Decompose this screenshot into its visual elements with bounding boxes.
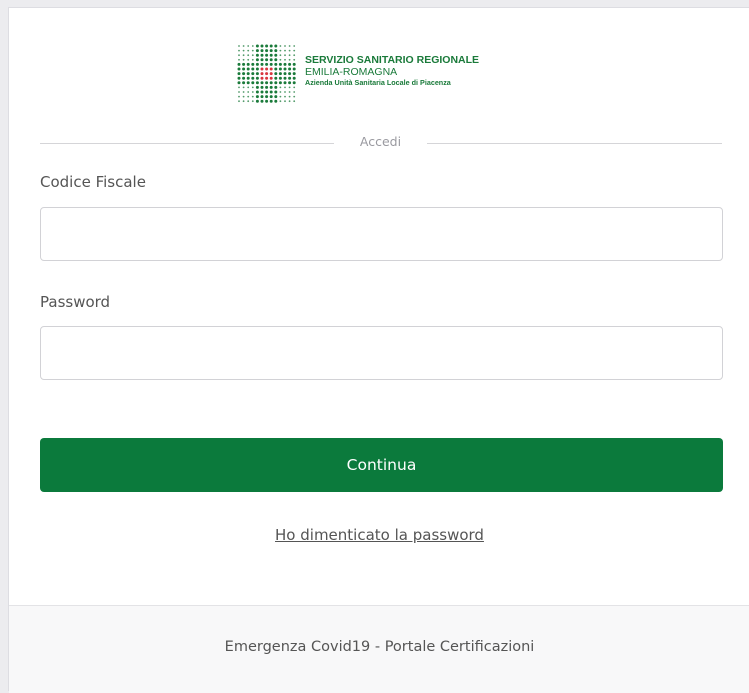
codice-fiscale-label: Codice Fiscale <box>40 173 146 191</box>
login-card: SERVIZIO SANITARIO REGIONALE EMILIA-ROMA… <box>8 7 749 693</box>
footer-text: Emergenza Covid19 - Portale Certificazio… <box>224 639 535 655</box>
divider-line-left <box>40 143 334 144</box>
emilia-romagna-logo-icon <box>237 44 296 103</box>
logo-line-1: SERVIZIO SANITARIO REGIONALE <box>305 54 480 66</box>
divider-line-right <box>427 143 722 144</box>
logo: SERVIZIO SANITARIO REGIONALE EMILIA-ROMA… <box>235 40 535 110</box>
logo-text: SERVIZIO SANITARIO REGIONALE EMILIA-ROMA… <box>305 54 479 87</box>
section-divider: Accedi <box>40 134 722 154</box>
codice-fiscale-input[interactable] <box>40 207 723 261</box>
password-label: Password <box>40 293 111 311</box>
logo-line-2: EMILIA-ROMAGNA <box>305 66 398 79</box>
forgot-password-link[interactable]: Ho dimenticato la password <box>275 526 484 544</box>
footer: Emergenza Covid19 - Portale Certificazio… <box>9 605 749 693</box>
logo-line-3: Azienda Unità Sanitaria Locale di Piacen… <box>305 78 451 88</box>
forgot-password-wrapper: Ho dimenticato la password <box>9 525 749 544</box>
password-input[interactable] <box>40 326 723 380</box>
continue-button[interactable]: Continua <box>40 438 723 492</box>
divider-label: Accedi <box>359 134 402 149</box>
